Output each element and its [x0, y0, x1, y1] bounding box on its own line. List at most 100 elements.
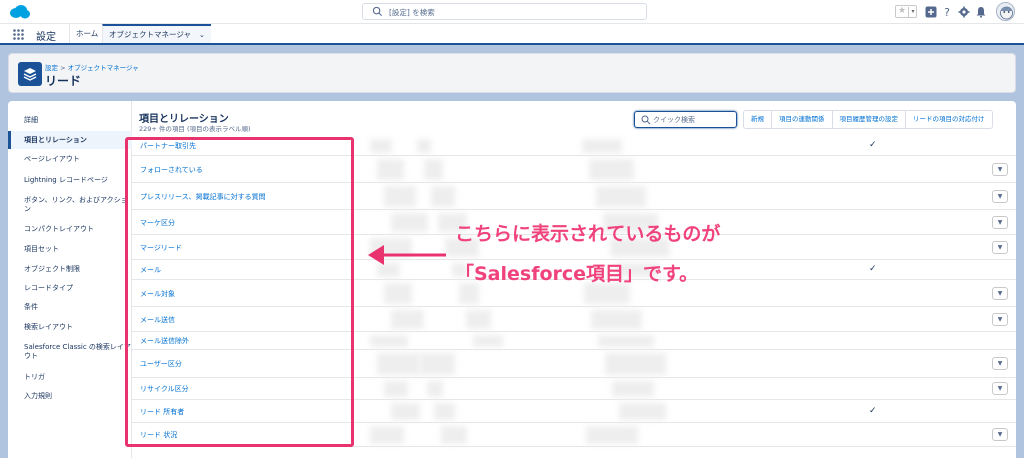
highlight-box [125, 137, 354, 447]
sidebar-item-triggers[interactable]: トリガ [8, 368, 132, 386]
chevron-down-icon[interactable]: ⌄ [199, 27, 205, 44]
redacted-cell [598, 335, 654, 347]
bell-icon[interactable] [975, 6, 987, 18]
sidebar-item-object-limits[interactable]: オブジェクト制限 [8, 260, 132, 278]
favorites-button[interactable]: ★ ▾ [895, 5, 917, 18]
check-icon: ✓ [869, 264, 877, 274]
avatar-face-icon [1000, 6, 1013, 20]
redacted-cell [586, 426, 638, 444]
redacted-cell [384, 186, 416, 207]
redacted-cell [431, 186, 455, 207]
sidebar-item-fields-relationships[interactable]: 項目とリレーション [8, 131, 132, 149]
redacted-cell [434, 403, 455, 420]
add-icon[interactable] [925, 6, 937, 18]
row-actions-dropdown-button[interactable]: ▼ [992, 216, 1008, 229]
help-icon[interactable]: ? [941, 6, 953, 18]
star-icon: ★ [898, 6, 907, 16]
section-subtitle: 229+ 件の項目 (項目の表示ラベル順) [139, 125, 251, 133]
row-actions-dropdown-button[interactable]: ▼ [992, 190, 1008, 203]
tab-home-label: ホーム [76, 29, 99, 38]
sidebar-item-label: ページレイアウト [24, 154, 80, 163]
annotation-line-2: 「Salesforce項目」です。 [455, 263, 699, 285]
app-launcher-icon[interactable] [13, 29, 24, 40]
sidebar-item-label: 検索レイアウト [24, 322, 73, 331]
app-navbar: 設定 ホーム オブジェクトマネージャ ⌄ [0, 24, 1024, 45]
sidebar-item-label: トリガ [24, 372, 45, 381]
sidebar-item-label: 入力規則 [24, 391, 52, 400]
annotation-line-1: こちらに表示されているものが [455, 223, 721, 245]
salesforce-logo-icon[interactable] [8, 4, 32, 20]
row-actions-dropdown-button[interactable]: ▼ [992, 287, 1008, 300]
redacted-cell [596, 186, 646, 207]
sidebar-item-validation-rules[interactable]: 入力規則 [8, 387, 132, 405]
redacted-cell [370, 139, 392, 153]
page-title: リード [45, 74, 82, 88]
redacted-cell [459, 283, 479, 304]
global-search-input[interactable]: [設定] を検索 [362, 3, 647, 20]
app-name: 設定 [36, 32, 56, 43]
sidebar-item-compact-layouts[interactable]: コンパクトレイアウト [8, 220, 132, 238]
breadcrumb-setup-link[interactable]: 設定 [45, 64, 58, 72]
redacted-cell [370, 426, 404, 444]
layers-icon [18, 62, 42, 86]
sidebar-item-label: レコードタイプ [24, 283, 73, 292]
redacted-cell [377, 159, 404, 180]
redacted-cell [391, 403, 420, 420]
sidebar-item-record-types[interactable]: レコードタイプ [8, 279, 132, 297]
field-dependencies-button[interactable]: 項目の連動関係 [771, 111, 832, 128]
sidebar-item-search-layouts[interactable]: 検索レイアウト [8, 318, 132, 336]
sidebar-item-label: 項目セット [24, 244, 59, 253]
row-actions-dropdown-button[interactable]: ▼ [992, 313, 1008, 326]
favorites-caret-icon[interactable]: ▾ [908, 7, 917, 17]
sidebar-item-page-layouts[interactable]: ページレイアウト [8, 150, 132, 168]
sidebar-item-field-sets[interactable]: 項目セット [8, 240, 132, 258]
global-header: [設定] を検索 ★ ▾ ? [0, 0, 1024, 24]
redacted-cell [466, 310, 491, 329]
redacted-cell [417, 139, 431, 153]
gear-icon[interactable] [958, 6, 970, 18]
redacted-cell [427, 381, 443, 397]
section-button-group: 新規 項目の連動関係 項目履歴管理の設定 リードの項目の対応付け [743, 110, 993, 129]
sidebar-item-label: 詳細 [24, 115, 38, 124]
redacted-cell [582, 139, 622, 153]
tab-home[interactable]: ホーム [69, 24, 104, 43]
quick-search-input[interactable]: クイック検索 [634, 111, 737, 128]
row-actions-dropdown-button[interactable]: ▼ [992, 357, 1008, 370]
check-icon: ✓ [869, 406, 877, 416]
sidebar-item-lightning-record-pages[interactable]: Lightning レコードページ [8, 171, 132, 189]
object-page-header: 設定 > オブジェクトマネージャ リード [8, 53, 1016, 93]
user-avatar[interactable] [996, 2, 1015, 21]
redacted-cell [619, 403, 666, 420]
sidebar-item-label: 条件 [24, 302, 38, 311]
redacted-cell [612, 381, 654, 397]
redacted-cell [384, 381, 408, 397]
row-actions-dropdown-button[interactable]: ▼ [992, 428, 1008, 441]
sidebar-item-buttons-links-actions[interactable]: ボタン、リンク、およびアクション [8, 192, 132, 218]
new-field-button[interactable]: 新規 [744, 111, 771, 128]
svg-text:?: ? [944, 6, 950, 18]
row-actions-dropdown-button[interactable]: ▼ [992, 241, 1008, 254]
search-icon [641, 115, 651, 125]
object-sidebar: 詳細 項目とリレーション ページレイアウト Lightning レコードページ … [8, 101, 132, 458]
redacted-cell [473, 335, 503, 347]
row-actions-dropdown-button[interactable]: ▼ [992, 163, 1008, 176]
redacted-cell [441, 426, 467, 444]
global-search-placeholder: [設定] を検索 [389, 8, 435, 17]
redacted-cell [589, 159, 634, 180]
sidebar-item-label: ボタン、リンク、およびアクション [24, 196, 128, 213]
redacted-cell [391, 310, 424, 329]
sidebar-item-classic-search-layouts[interactable]: Salesforce Classic の検索レイアウト [8, 339, 132, 365]
breadcrumb-object-manager-link[interactable]: オブジェクトマネージャ [68, 64, 139, 72]
tab-object-manager[interactable]: オブジェクトマネージャ ⌄ [102, 24, 211, 43]
sidebar-item-conditions[interactable]: 条件 [8, 298, 132, 316]
sidebar-item-label: 項目とリレーション [24, 135, 87, 144]
sidebar-item-details[interactable]: 詳細 [8, 111, 132, 129]
redacted-cell [370, 335, 408, 347]
search-icon [372, 6, 383, 17]
redacted-cell [591, 310, 642, 329]
lead-field-mapping-button[interactable]: リードの項目の対応付け [905, 111, 992, 128]
sidebar-item-label: Salesforce Classic の検索レイアウト [24, 343, 131, 360]
sidebar-item-label: コンパクトレイアウト [24, 224, 94, 233]
row-actions-dropdown-button[interactable]: ▼ [992, 382, 1008, 395]
field-history-tracking-button[interactable]: 項目履歴管理の設定 [831, 111, 905, 128]
